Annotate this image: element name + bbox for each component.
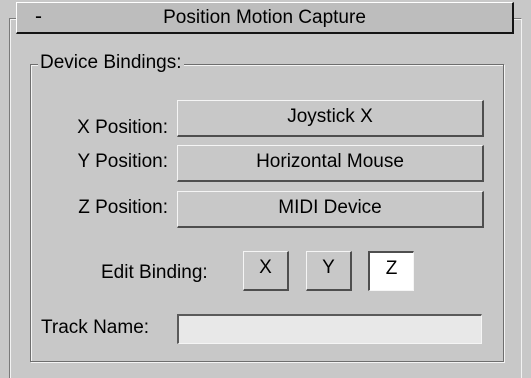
edit-binding-x-label: X [259,257,272,278]
z-position-binding-button[interactable]: MIDI Device [177,191,484,228]
edit-binding-z-button[interactable]: Z [368,251,414,291]
device-bindings-label: Device Bindings: [38,51,184,75]
edit-binding-z-label: Z [385,258,398,279]
y-position-label: Y Position: [77,151,168,172]
edit-binding-label: Edit Binding: [101,262,208,283]
z-position-binding-value: MIDI Device [278,197,382,218]
x-position-binding-value: Joystick X [287,106,373,127]
rollout-title: Position Motion Capture [163,7,366,28]
z-position-label: Z Position: [78,197,168,218]
y-position-binding-button[interactable]: Horizontal Mouse [177,145,484,182]
x-position-binding-button[interactable]: Joystick X [177,100,484,137]
rollout-header-button[interactable]: - Position Motion Capture [16,2,514,34]
y-position-binding-value: Horizontal Mouse [256,151,404,172]
edit-binding-y-label: Y [322,257,335,278]
track-name-input[interactable] [177,314,482,344]
edit-binding-x-button[interactable]: X [243,251,289,291]
edit-binding-y-button[interactable]: Y [306,251,352,291]
x-position-label: X Position: [77,117,168,138]
track-name-label: Track Name: [41,317,150,338]
